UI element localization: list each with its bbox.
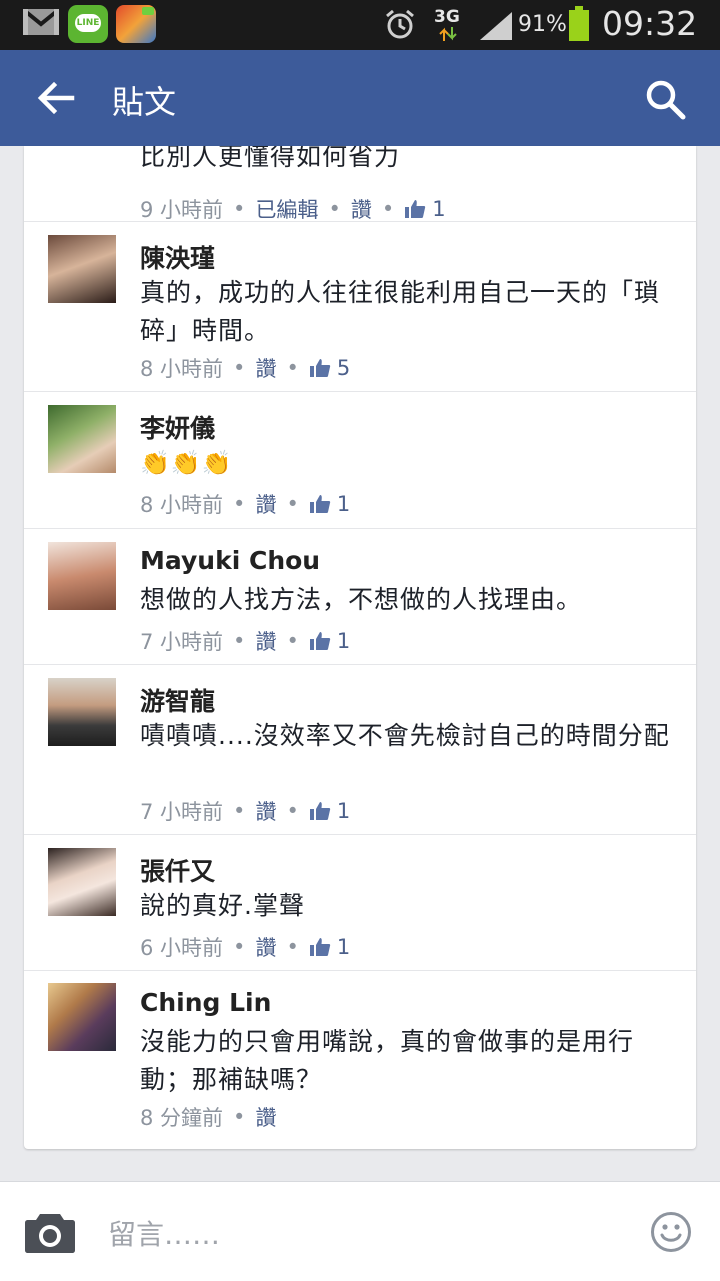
comment-text: 嘖嘖嘖....沒效率又不會先檢討自己的時間分配 (140, 721, 670, 750)
battery-icon (569, 6, 589, 41)
like-count[interactable]: 1 (337, 629, 350, 653)
comment-time: 7 小時前 (140, 800, 224, 824)
like-button[interactable]: 讚 (255, 1102, 276, 1132)
like-button[interactable]: 讚 (351, 194, 372, 224)
comment-meta: 8 小時前 • 讚 • 1 (140, 489, 350, 519)
comment-meta: 7 小時前 • 讚 • 1 (140, 796, 350, 826)
network-3g-icon: 3G (434, 7, 460, 27)
comment-item: 比別人更懂得如何省力 9 小時前 • 已編輯 • 讚 • 1 (24, 146, 696, 222)
avatar[interactable] (48, 678, 116, 746)
comment-time: 8 分鐘前 (140, 1106, 224, 1130)
comment-text: 沒能力的只會用嘴說，真的會做事的是用行動；那補缺嗎？ (140, 1027, 635, 1094)
comment-text: 說的真好.掌聲 (140, 891, 305, 920)
comment-text: 想做的人找方法，不想做的人找理由。 (140, 585, 583, 614)
app-header: 貼文 (0, 50, 720, 146)
comment-meta: 8 分鐘前 • 讚 (140, 1102, 276, 1132)
game-app-icon (116, 5, 156, 43)
smiley-icon[interactable] (650, 1211, 692, 1253)
thumbs-up-icon (309, 802, 331, 820)
comment-time: 8 小時前 (140, 493, 224, 517)
comment-item: 張仟又 說的真好.掌聲 6 小時前 • 讚 • 1 (24, 834, 696, 970)
comment-time: 8 小時前 (140, 357, 224, 381)
data-arrows-icon (439, 27, 457, 41)
comment-item: Ching Lin 沒能力的只會用嘴說，真的會做事的是用行動；那補缺嗎？ 8 分… (24, 970, 696, 1149)
thumbs-up-icon (309, 938, 331, 956)
status-bar: LINE 3G 91% 09:32 (0, 0, 720, 50)
commenter-name[interactable]: 游智龍 (140, 682, 215, 718)
avatar[interactable] (48, 405, 116, 473)
comment-meta: 9 小時前 • 已編輯 • 讚 • 1 (140, 194, 446, 224)
comment-input[interactable] (106, 1212, 630, 1256)
comment-text: 👏👏👏 (140, 449, 233, 477)
thumbs-up-icon (405, 200, 426, 218)
comments-list: 比別人更懂得如何省力 9 小時前 • 已編輯 • 讚 • 1 陳泱瑾 真的，成功… (24, 146, 696, 1149)
comment-time: 9 小時前 (140, 198, 224, 222)
thumbs-up-icon (309, 359, 331, 377)
like-count[interactable]: 1 (337, 799, 350, 823)
avatar[interactable] (48, 235, 116, 303)
commenter-name[interactable]: 李妍儀 (140, 409, 215, 445)
line-app-icon: LINE (68, 5, 108, 43)
like-button[interactable]: 讚 (255, 932, 276, 962)
like-count[interactable]: 1 (337, 492, 350, 516)
camera-icon[interactable] (24, 1210, 76, 1254)
alarm-icon (386, 9, 414, 39)
comment-composer (0, 1181, 720, 1281)
search-icon[interactable] (644, 78, 686, 120)
comment-meta: 6 小時前 • 讚 • 1 (140, 932, 350, 962)
edited-label[interactable]: 已編輯 (255, 194, 318, 224)
like-count[interactable]: 1 (337, 935, 350, 959)
thumbs-up-icon (309, 495, 331, 513)
comment-item: Mayuki Chou 想做的人找方法，不想做的人找理由。 7 小時前 • 讚 … (24, 528, 696, 664)
commenter-name[interactable]: Ching Lin (140, 988, 271, 1017)
comment-text: 比別人更懂得如何省力 (140, 146, 401, 171)
status-time: 09:32 (602, 4, 698, 43)
commenter-name[interactable]: Mayuki Chou (140, 546, 320, 575)
signal-icon (480, 12, 512, 40)
like-button[interactable]: 讚 (255, 796, 276, 826)
back-arrow-icon[interactable] (36, 78, 76, 118)
comment-time: 7 小時前 (140, 630, 224, 654)
gmail-icon (23, 9, 59, 35)
like-count[interactable]: 5 (337, 356, 350, 380)
avatar[interactable] (48, 542, 116, 610)
like-button[interactable]: 讚 (255, 489, 276, 519)
battery-percent: 91% (518, 12, 567, 37)
commenter-name[interactable]: 張仟又 (140, 852, 215, 888)
comment-meta: 8 小時前 • 讚 • 5 (140, 353, 350, 383)
like-count[interactable]: 1 (432, 197, 445, 221)
comment-meta: 7 小時前 • 讚 • 1 (140, 626, 350, 656)
like-button[interactable]: 讚 (255, 626, 276, 656)
comment-item: 游智龍 嘖嘖嘖....沒效率又不會先檢討自己的時間分配 7 小時前 • 讚 • … (24, 664, 696, 834)
thumbs-up-icon (309, 632, 331, 650)
comment-item: 陳泱瑾 真的，成功的人往往很能利用自己一天的「瑣碎」時間。 8 小時前 • 讚 … (24, 221, 696, 391)
page-title: 貼文 (112, 83, 177, 121)
commenter-name[interactable]: 陳泱瑾 (140, 239, 215, 275)
comment-text: 真的，成功的人往往很能利用自己一天的「瑣碎」時間。 (140, 278, 661, 345)
avatar[interactable] (48, 983, 116, 1051)
like-button[interactable]: 讚 (255, 353, 276, 383)
avatar[interactable] (48, 848, 116, 916)
comment-item: 李妍儀 👏👏👏 8 小時前 • 讚 • 1 (24, 391, 696, 528)
comment-time: 6 小時前 (140, 936, 224, 960)
